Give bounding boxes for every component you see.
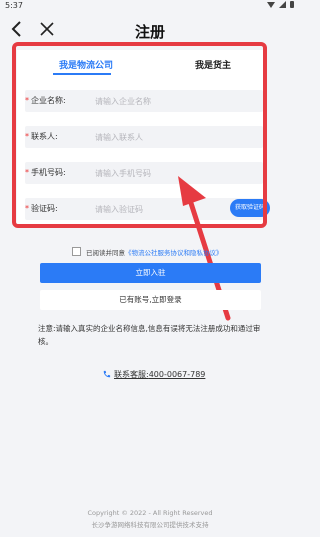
page-title: 注册 (134, 23, 165, 41)
notice-text: 注意:请输入真实的企业名称信息,信息有误将无法注册成功和通过审核。 (38, 324, 261, 346)
service-phone[interactable]: 400-0067-789 (149, 370, 206, 379)
status-bar: 5:37 (0, 0, 300, 12)
customer-service-text: 联系客服:400-0067-789 (114, 369, 205, 380)
signal-icon (279, 1, 286, 8)
phone-icon (103, 370, 111, 378)
agreement-row: 已阅读并同意《物流公社服务协议和隐私协议》 (72, 246, 272, 258)
copyright-text: Copyright © 2022 - All Right Reserved (87, 509, 213, 517)
agreement-prefix: 已阅读并同意 (86, 249, 125, 257)
service-label: 联系客服: (114, 370, 149, 379)
register-button[interactable]: 立即入驻 (40, 263, 261, 283)
status-time: 5:37 (5, 1, 23, 10)
annotation-highlight-box (12, 42, 267, 228)
tech-support-text: 长沙争游网络科技有限公司提供技术支持 (91, 521, 209, 529)
status-icons (267, 1, 294, 8)
agreement-checkbox[interactable] (72, 247, 81, 256)
wifi-icon (267, 1, 275, 8)
customer-service[interactable]: 联系客服:400-0067-789 (102, 369, 205, 380)
agreement-text: 已阅读并同意《物流公社服务协议和隐私协议》 (86, 247, 223, 257)
battery-icon (290, 1, 294, 8)
agreement-link[interactable]: 《物流公社服务协议和隐私协议》 (125, 249, 223, 257)
login-button[interactable]: 已有账号,立即登录 (40, 290, 261, 310)
